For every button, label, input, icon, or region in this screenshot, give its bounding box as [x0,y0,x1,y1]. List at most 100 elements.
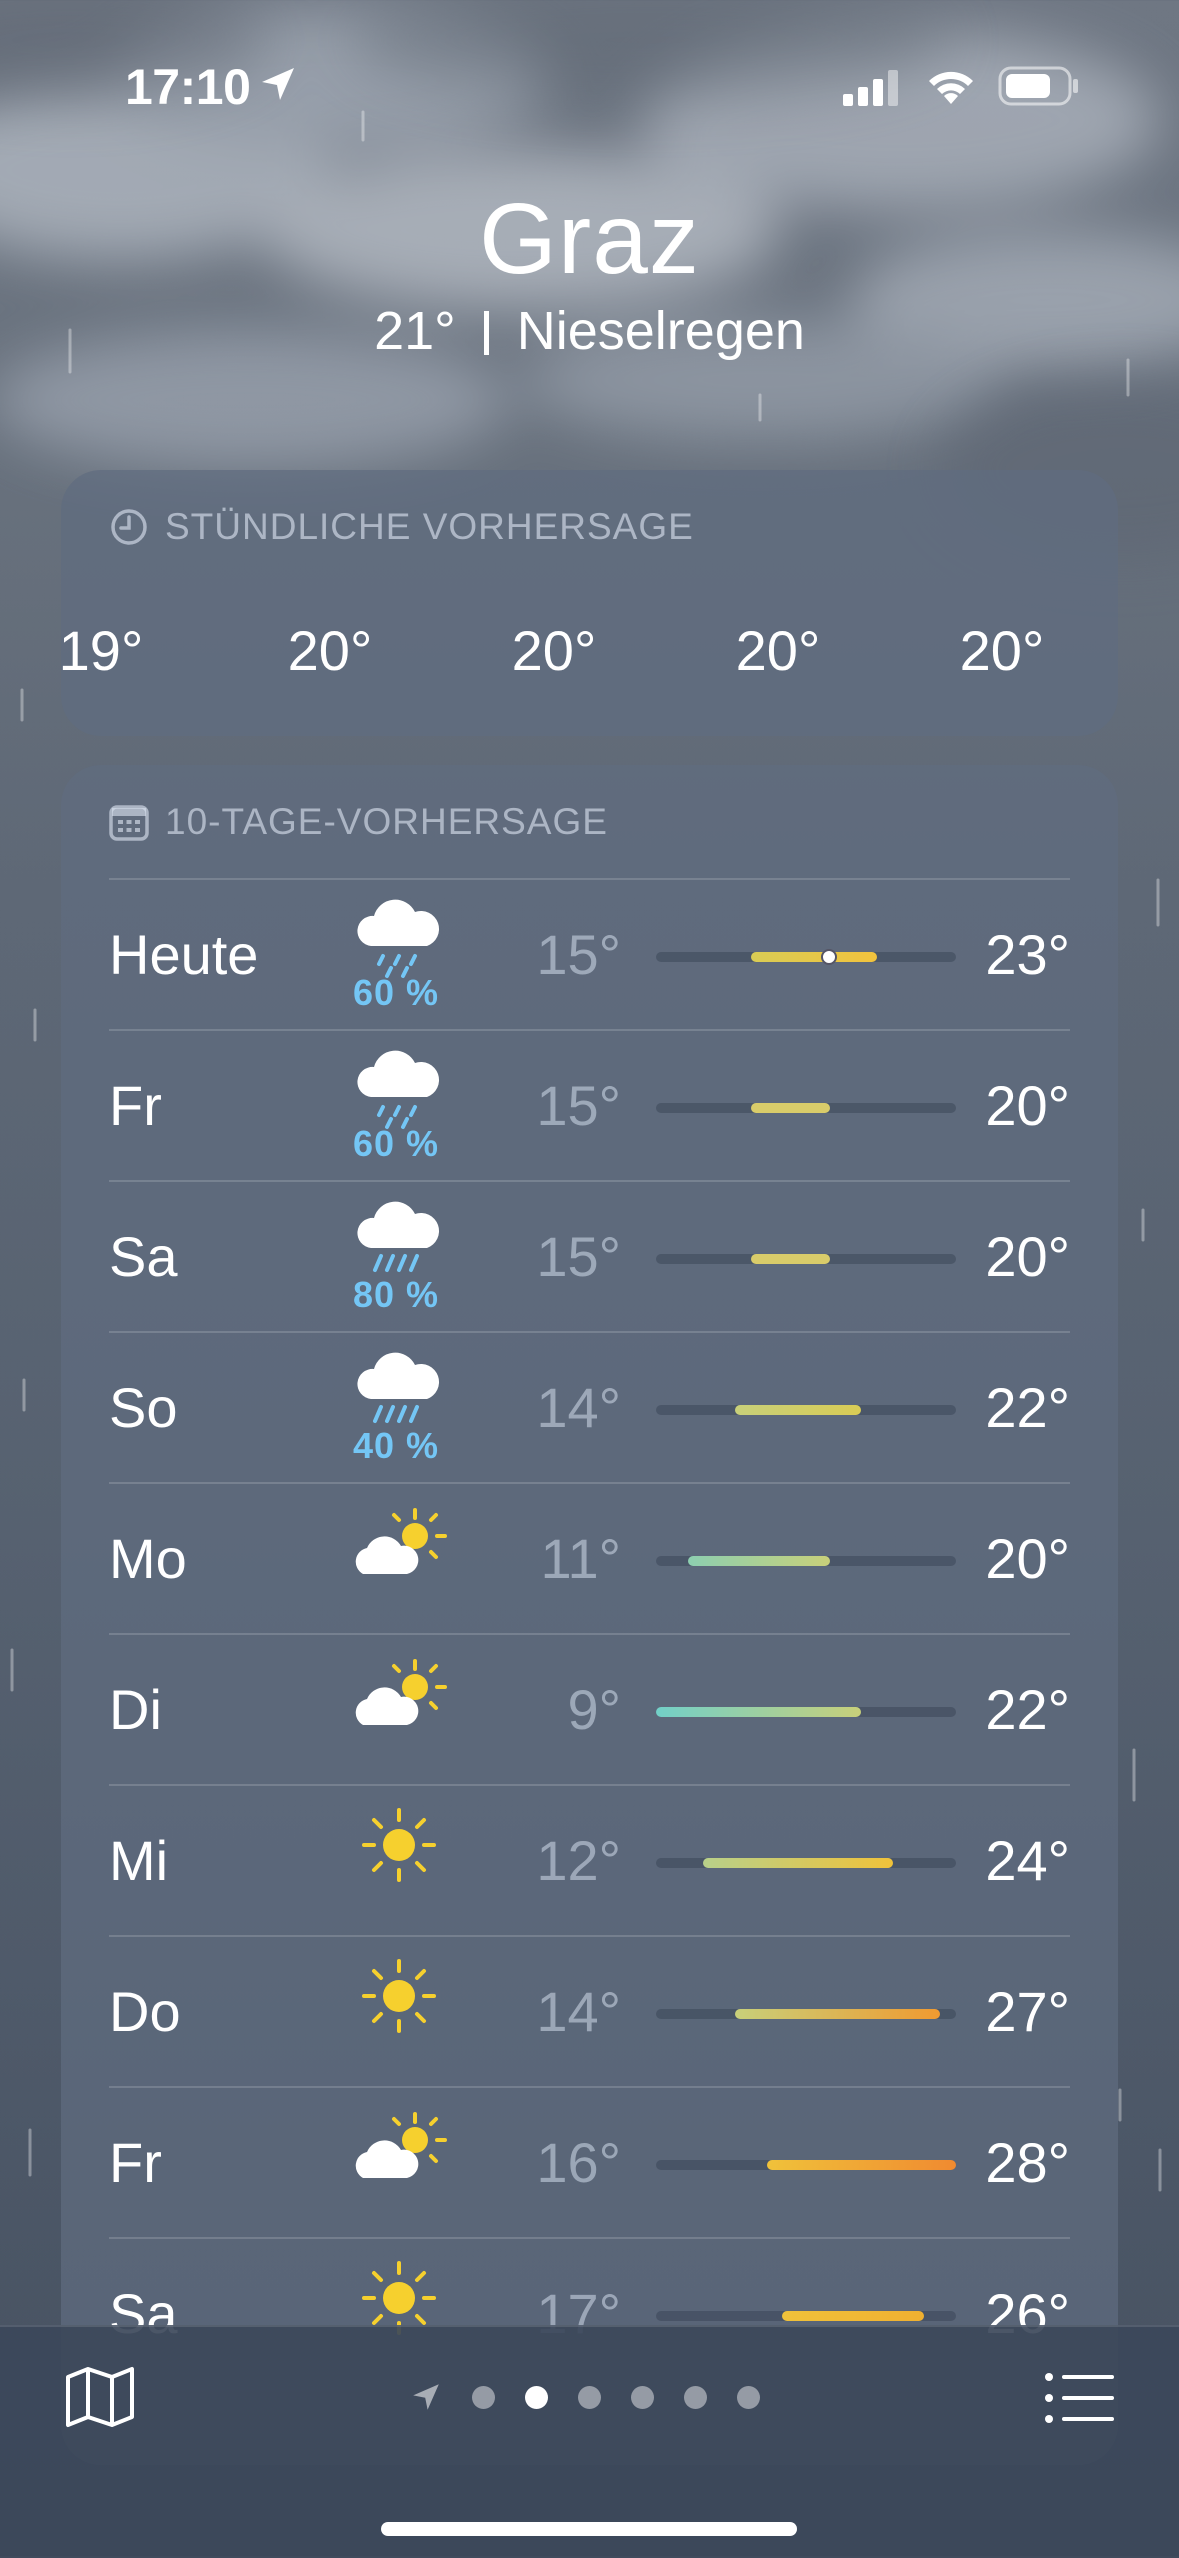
precipitation-chance: 60 % [352,972,440,1013]
ten-day-forecast-card[interactable]: 10-TAGE-VORHERSAGE Heute 60 % 15° 23° Fr 60 %… [61,765,1118,2465]
forecast-row[interactable]: Di 9° 22° [109,1633,1070,1785]
temperature-range-bar [656,1556,956,1566]
forecast-row[interactable]: Sa 80 % 15° 20° [109,1180,1070,1332]
temperature-range-fill [750,1254,830,1264]
temperature-range-fill [703,1858,893,1868]
calendar-icon [109,805,149,841]
forecast-day: Mo [109,1527,187,1590]
page-indicator[interactable] [410,2377,770,2417]
list-icon[interactable] [1044,2371,1114,2425]
temperature-range-bar [656,2160,956,2170]
battery-icon [998,66,1078,106]
precipitation-chance: 40 % [352,1425,440,1466]
hourly-temperature-row[interactable]: 19° 20° 20° 20° 20° [61,618,1118,698]
high-temperature: 20° [985,1527,1070,1590]
forecast-day: So [109,1376,178,1439]
current-temperature: 21° [374,301,456,361]
high-temperature: 23° [985,923,1070,986]
hourly-temp: 20° [959,619,1045,682]
temperature-range-bar [656,1254,956,1264]
high-temperature: 20° [985,1074,1070,1137]
low-temperature: 14° [536,1376,621,1439]
forecast-day: Do [109,1980,181,2043]
temperature-range-bar [656,949,956,965]
high-temperature: 28° [985,2131,1070,2194]
status-time: 17:10 [125,59,251,115]
hourly-temp: 20° [287,619,373,682]
map-icon[interactable] [64,2365,136,2429]
home-indicator[interactable] [381,2522,797,2536]
cloud-heavy-rain-icon [349,1196,449,1286]
temperature-range-fill [656,1707,862,1717]
hourly-temp: 19° [61,619,144,682]
clock-icon [111,509,147,545]
forecast-day: Di [109,1678,162,1741]
page-dot[interactable] [578,2385,601,2409]
forecast-row[interactable]: Fr 60 % 15° 20° [109,1029,1070,1181]
temperature-range-fill [750,952,878,962]
current-temperature-marker [821,949,838,965]
high-temperature: 22° [985,1678,1070,1741]
page-dot[interactable] [631,2385,654,2409]
forecast-row[interactable]: Heute 60 % 15° 23° [109,878,1070,1030]
city-name: Graz [479,183,700,295]
forecast-day: Fr [109,1074,162,1137]
low-temperature: 9° [567,1678,621,1741]
hourly-forecast-title-text: STÜNDLICHE VORHERSAGE [165,506,694,547]
temperature-range-fill [766,2160,956,2170]
temperature-range-bar [656,1103,956,1113]
forecast-row[interactable]: So 40 % 14° 22° [109,1331,1070,1483]
wifi-icon [929,71,973,104]
location-arrow-icon [262,68,294,100]
sun-behind-cloud-icon [349,2102,449,2192]
forecast-day: Sa [109,1225,178,1288]
sun-icon [349,1951,449,2041]
cloud-rain-icon [349,894,449,984]
page-dot[interactable] [684,2385,707,2409]
separator [483,311,489,355]
temperature-range-bar [656,2009,956,2019]
hourly-forecast-card[interactable]: STÜNDLICHE VORHERSAGE 19° 20° 20° 20° 20… [61,470,1118,736]
forecast-row[interactable]: Mo 11° 20° [109,1482,1070,1634]
current-conditions: 21° Nieselregen [0,300,1179,362]
status-bar: 17:10 [0,0,1179,170]
temperature-range-fill [782,2311,925,2321]
hourly-temp: 20° [511,619,597,682]
page-dot[interactable] [472,2385,495,2409]
page-dots [472,2385,760,2409]
hourly-forecast-title: STÜNDLICHE VORHERSAGE [109,506,694,548]
temperature-range-fill [750,1103,830,1113]
forecast-row[interactable]: Fr 16° 28° [109,2086,1070,2238]
high-temperature: 24° [985,1829,1070,1892]
low-temperature: 14° [536,1980,621,2043]
forecast-day: Heute [109,923,259,986]
hourly-temp: 20° [735,619,821,682]
page-dot[interactable] [737,2385,760,2409]
temperature-range-fill [734,2009,941,2019]
forecast-row[interactable]: Mi 12° 24° [109,1784,1070,1936]
sun-icon [349,1800,449,1890]
ten-day-forecast-title: 10-TAGE-VORHERSAGE [109,801,608,843]
page-dot[interactable] [525,2385,548,2409]
cloud-heavy-rain-icon [349,1347,449,1437]
low-temperature: 12° [536,1829,621,1892]
temperature-range-bar [656,1707,956,1717]
forecast-day: Fr [109,2131,162,2194]
temperature-range-fill [734,1405,862,1415]
precipitation-chance: 80 % [352,1274,440,1315]
location-arrow-icon [413,2384,439,2410]
temperature-range-bar [656,2311,956,2321]
condition-text: Nieselregen [516,301,805,361]
high-temperature: 22° [985,1376,1070,1439]
precipitation-chance: 60 % [352,1123,440,1164]
low-temperature: 15° [536,1074,621,1137]
forecast-row[interactable]: Do 14° 27° [109,1935,1070,2087]
low-temperature: 11° [540,1527,621,1590]
cellular-signal-icon [843,70,898,106]
ten-day-forecast-title-text: 10-TAGE-VORHERSAGE [165,801,608,842]
cloud-rain-icon [349,1045,449,1135]
high-temperature: 20° [985,1225,1070,1288]
temperature-range-fill [687,1556,830,1566]
high-temperature: 27° [985,1980,1070,2043]
forecast-day: Mi [109,1829,169,1892]
